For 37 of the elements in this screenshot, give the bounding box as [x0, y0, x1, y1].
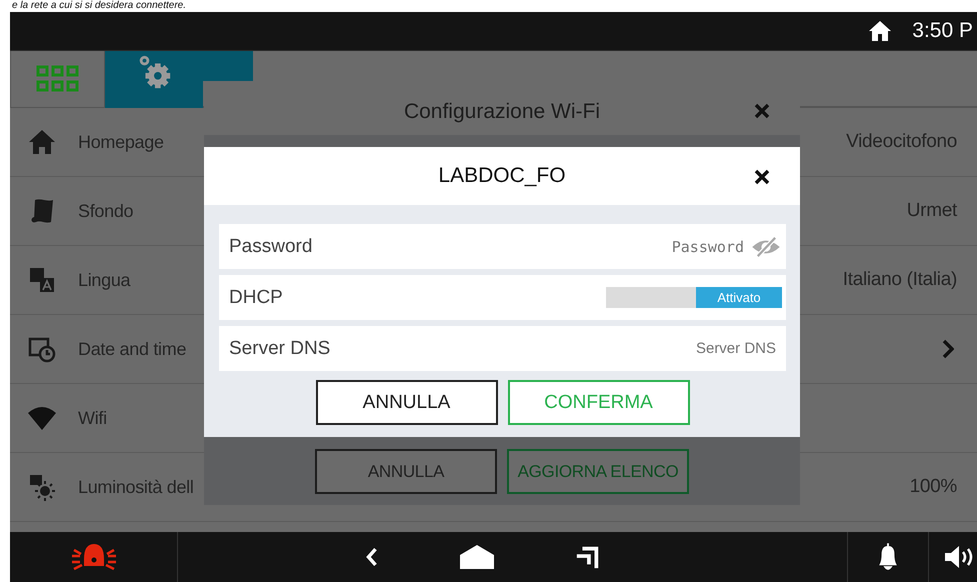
- close-icon[interactable]: [754, 169, 770, 185]
- caption-text: e la rete a cui si si desidera connettere.: [11, 0, 187, 12]
- toggle-switch[interactable]: Attivato: [606, 287, 782, 308]
- dns-field[interactable]: Server DNS: [330, 326, 786, 371]
- password-input[interactable]: Password: [312, 232, 750, 262]
- setting-label: Sfondo: [78, 200, 134, 222]
- bell-icon[interactable]: [877, 542, 899, 572]
- setting-value: Videocitofono: [846, 131, 957, 153]
- setting-label: Date and time: [78, 338, 186, 360]
- setting-label: Wifi: [78, 408, 107, 428]
- grid-icon: [36, 65, 80, 93]
- setting-label: Luminosità dell: [78, 476, 194, 498]
- recent-apps-icon[interactable]: [574, 544, 600, 570]
- field-label: Password: [219, 224, 312, 269]
- dns-input[interactable]: Server DNS: [330, 334, 782, 364]
- setting-label: Homepage: [78, 132, 164, 152]
- home-icon: [868, 20, 892, 42]
- confirm-button[interactable]: CONFERMA: [508, 380, 690, 425]
- setting-value: Italiano (Italia): [842, 269, 957, 291]
- clock-time: 3:50 P: [912, 19, 973, 43]
- brightness-icon: [27, 472, 57, 502]
- refresh-list-button[interactable]: AGGIORNA ELENCO: [507, 449, 689, 494]
- setting-label: Lingua: [78, 270, 130, 290]
- back-icon[interactable]: [364, 546, 378, 568]
- translate-icon: [27, 265, 57, 295]
- home-icon: [27, 127, 57, 157]
- setting-value: Urmet: [906, 200, 957, 222]
- password-field[interactable]: Password: [312, 224, 786, 269]
- dialog-title: Configurazione Wi-Fi: [404, 100, 600, 124]
- chevron-right-icon[interactable]: [942, 339, 954, 359]
- dialog-title: LABDOC_FO: [438, 164, 566, 188]
- cancel-button[interactable]: ANNULLA: [316, 380, 498, 425]
- alarm-icon[interactable]: [70, 542, 118, 572]
- home-icon[interactable]: [458, 544, 494, 570]
- field-label: Server DNS: [219, 326, 330, 371]
- setting-value: 100%: [910, 476, 957, 498]
- cancel-button[interactable]: ANNULLA: [315, 449, 497, 494]
